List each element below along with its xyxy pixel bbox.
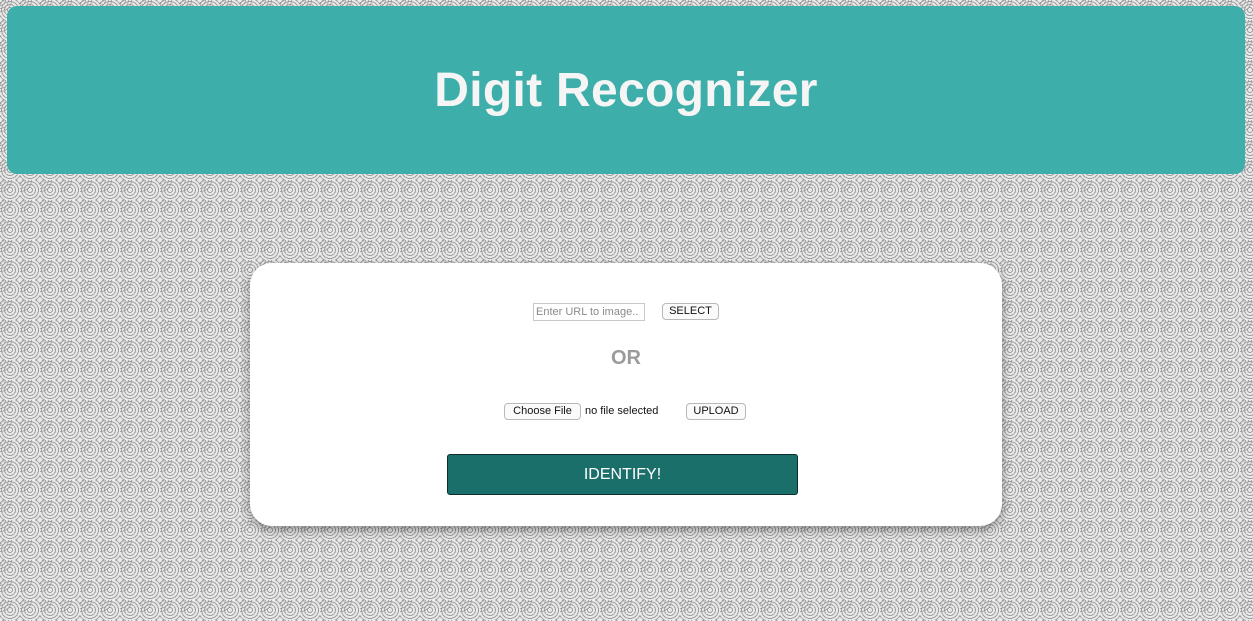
- select-button[interactable]: SELECT: [662, 303, 719, 320]
- page-header: Digit Recognizer: [7, 6, 1245, 174]
- or-divider-label: OR: [611, 347, 641, 369]
- image-url-input[interactable]: [533, 303, 645, 321]
- upload-button[interactable]: UPLOAD: [686, 403, 746, 420]
- upload-card: SELECT OR Choose File no file selected U…: [250, 263, 1002, 526]
- identify-button[interactable]: IDENTIFY!: [447, 454, 798, 495]
- file-status-text: no file selected: [585, 405, 659, 417]
- choose-file-button[interactable]: Choose File: [504, 403, 581, 420]
- page-title: Digit Recognizer: [434, 63, 818, 117]
